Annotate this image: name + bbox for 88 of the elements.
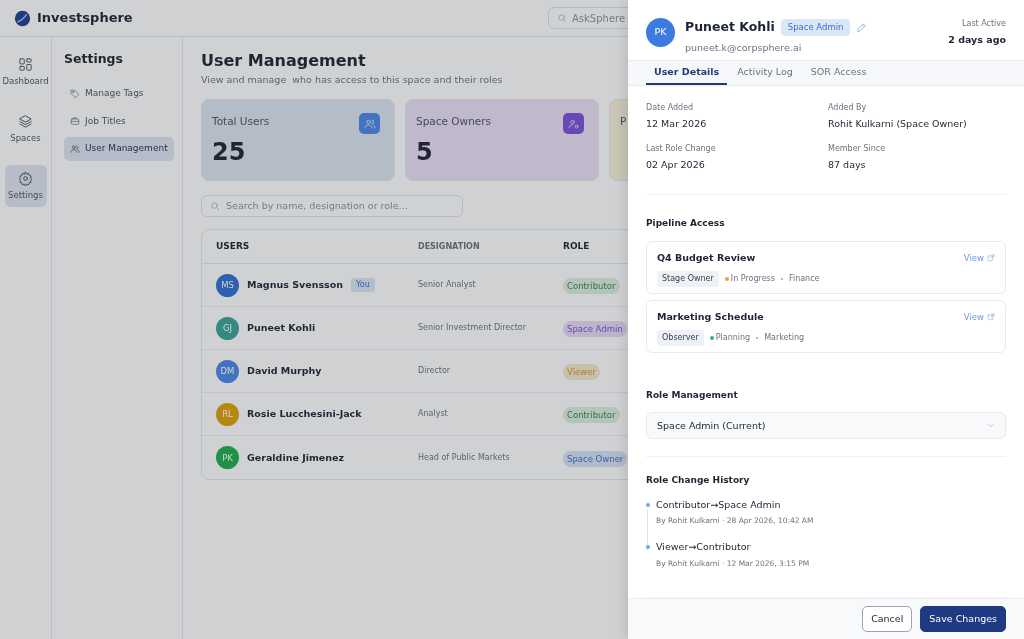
stat-label: Space Owners (416, 114, 492, 130)
role-tag: Stage Owner (657, 271, 719, 288)
dashboard-icon (18, 57, 33, 72)
field-label: Added By (828, 101, 868, 114)
stat-label: Total Users (212, 114, 270, 130)
avatar: PK (646, 18, 675, 47)
settings-nav-item[interactable]: Job Titles (64, 109, 174, 133)
user-email: puneet.k@corpsphere.ai (685, 40, 803, 55)
role-tag: Contributor (563, 407, 620, 424)
nav-rail-item[interactable]: Dashboard (4, 51, 47, 94)
field-value: 12 Mar 2026 (646, 116, 708, 131)
app-name: Investsphere (37, 9, 133, 28)
settings-icon (18, 170, 33, 186)
section-heading: Role Change History (646, 474, 751, 488)
field-value: 87 days (828, 158, 867, 173)
role-select[interactable]: Space Admin (Current) (646, 412, 1006, 440)
column-header: DESIGNATION (418, 240, 481, 253)
avatar: PK (216, 446, 239, 470)
user-name: Magnus Svensson (247, 278, 343, 293)
section-heading: Pipeline Access (646, 217, 726, 231)
settings-heading: Settings (64, 51, 124, 66)
nav-rail-item[interactable]: Settings (4, 164, 47, 208)
user-gear-icon (563, 113, 584, 135)
designation-text: Director (418, 365, 452, 378)
pipeline-title: Marketing Schedule (657, 309, 764, 324)
cancel-button[interactable]: Cancel (862, 605, 913, 632)
field-label: Date Added (646, 101, 695, 114)
designation-text: Senior Investment Director (418, 322, 527, 335)
field-value: Rohit Kulkarni (Space Owner) (828, 116, 968, 131)
user-name: Puneet Kohli (685, 18, 775, 36)
timeline-dot (646, 545, 650, 550)
column-header: ROLE (563, 240, 591, 254)
field-label: Last Role Change (646, 143, 717, 156)
settings-nav-item[interactable]: Manage Tags (64, 82, 174, 106)
search-icon (557, 13, 567, 23)
avatar: GJ (216, 316, 239, 340)
tab[interactable]: SOR Access (802, 61, 875, 85)
role-tag: Observer (657, 330, 704, 347)
field-label: Member Since (828, 143, 887, 156)
layers-icon (18, 113, 33, 129)
last-active-value: 2 days ago (948, 33, 1006, 47)
stat-value: 25 (212, 137, 247, 169)
user-name: Geraldine Jimenez (247, 450, 345, 465)
edit-icon[interactable] (856, 21, 868, 33)
save-button[interactable]: Save Changes (920, 605, 1006, 632)
category-text: Finance (788, 273, 820, 286)
column-header: USERS (215, 240, 251, 254)
pipeline-title: Q4 Budget Review (657, 250, 756, 265)
status-text: In Progress (730, 273, 775, 286)
role-change-text: Viewer→Contributor (656, 540, 752, 555)
you-badge: You (351, 278, 375, 293)
role-tag: Viewer (563, 364, 600, 381)
stat-label: P (620, 114, 627, 130)
field-value: 02 Apr 2026 (646, 158, 706, 173)
designation-text: Analyst (418, 408, 449, 421)
role-tag: Space Admin (563, 321, 627, 338)
role-change-text: Contributor→Space Admin (656, 497, 782, 512)
external-link-icon (987, 253, 995, 262)
page-subtitle: View and manage who has access to this space and their roles (201, 73, 504, 88)
designation-text: Head of Public Markets (418, 451, 511, 464)
tag-icon (70, 88, 80, 99)
page-title: User Management (201, 51, 367, 71)
avatar: DM (216, 359, 239, 383)
settings-nav-item[interactable]: User Management (64, 137, 174, 161)
nav-rail-item[interactable]: Spaces (4, 107, 47, 151)
timeline-dot (646, 502, 650, 507)
category-text: Marketing (764, 332, 805, 345)
users-icon (70, 143, 80, 154)
tab[interactable]: Activity Log (729, 61, 801, 85)
last-active-label: Last Active (961, 18, 1006, 30)
tab[interactable]: User Details (646, 61, 728, 85)
section-heading: Role Management (646, 388, 739, 402)
user-name: Rosie Lucchesini-Jack (247, 407, 362, 422)
role-tag: Space Owner (563, 450, 628, 467)
avatar: MS (216, 273, 239, 297)
external-link-icon (987, 312, 995, 321)
user-name: Puneet Kohli (247, 321, 316, 336)
designation-text: Senior Analyst (418, 279, 477, 292)
avatar: RL (216, 402, 239, 426)
role-badge: Space Admin (780, 19, 851, 36)
logo-icon (14, 9, 31, 27)
users-icon (359, 113, 380, 135)
briefcase-icon (70, 116, 80, 127)
search-icon (210, 201, 220, 212)
role-tag: Contributor (563, 278, 620, 295)
user-name: David Murphy (247, 364, 322, 379)
stat-value: 5 (416, 137, 434, 169)
status-text: Planning (715, 332, 751, 345)
